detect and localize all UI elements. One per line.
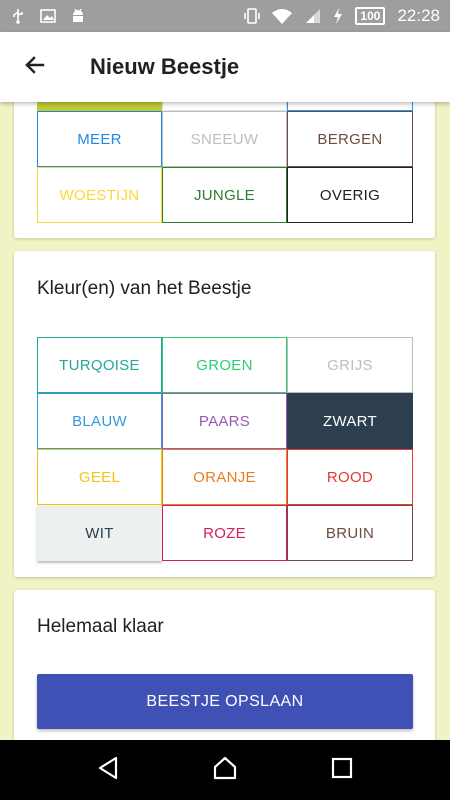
color-option-bruin[interactable]: BRUIN [287,505,413,561]
habitat-option-partial[interactable] [287,102,413,111]
save-beestje-button[interactable]: BEESTJE OPSLAAN [37,674,413,729]
color-option-roze[interactable]: ROZE [162,505,287,561]
color-option-paars[interactable]: PAARS [162,393,287,449]
color-option-wit[interactable]: WIT [37,505,162,561]
arrow-left-icon [23,53,47,82]
nav-back-button[interactable] [88,750,128,790]
color-option-oranje[interactable]: ORANJE [162,449,287,505]
battery-level: 100 [355,7,386,25]
triangle-back-icon [97,756,119,785]
app-bar: Nieuw Beestje [0,32,450,102]
vibrate-icon [243,8,261,24]
charging-icon [333,8,343,24]
habitat-option-partial[interactable] [37,102,162,111]
android-icon [70,8,86,24]
color-option-grijs[interactable]: GRIJS [287,337,413,393]
colors-card-title: Kleur(en) van het Beestje [37,278,252,299]
clock: 22:28 [397,6,440,25]
nav-recents-button[interactable] [322,750,362,790]
square-recents-icon [331,757,353,784]
form-scroll-area[interactable]: MEER SNEEUW BERGEN WOESTIJN JUNGLE OVERIG Kle… [0,102,450,740]
page-title: Nieuw Beestje [90,54,240,79]
color-option-geel[interactable]: GEEL [37,449,162,505]
habitat-option-jungle[interactable]: JUNGLE [162,167,287,223]
signal-icon [305,8,321,24]
habitat-grid: MEER SNEEUW BERGEN WOESTIJN JUNGLE OVERIG [37,111,413,223]
nav-home-button[interactable] [205,750,245,790]
habitat-option-partial[interactable] [162,102,287,111]
habitat-option-overig[interactable]: OVERIG [287,167,413,223]
status-bar: 100 22:28 [0,0,450,32]
image-icon [40,8,56,24]
habitat-option-sneeuw[interactable]: SNEEUW [162,111,287,167]
habitat-option-woestijn[interactable]: WOESTIJN [37,167,162,223]
wifi-icon [271,8,293,24]
color-option-blauw[interactable]: BLAUW [37,393,162,449]
color-grid: TURQOISE GROEN GRIJS BLAUW PAARS ZWART GEEL ORA… [37,337,413,561]
back-button[interactable] [0,32,70,102]
habitat-top-row-partial [37,102,413,111]
color-option-turqoise[interactable]: TURQOISE [37,337,162,393]
color-option-groen[interactable]: GROEN [162,337,287,393]
habitat-option-bergen[interactable]: BERGEN [287,111,413,167]
home-icon [212,756,238,785]
usb-icon [10,8,26,24]
navigation-bar [0,740,450,800]
finish-card-title: Helemaal klaar [37,616,164,637]
finish-card: Helemaal klaar BEESTJE OPSLAAN [14,590,435,740]
color-option-zwart[interactable]: ZWART [287,393,413,449]
habitat-card: MEER SNEEUW BERGEN WOESTIJN JUNGLE OVERIG [14,102,435,238]
habitat-option-meer[interactable]: MEER [37,111,162,167]
colors-card: Kleur(en) van het Beestje TURQOISE GROEN G… [14,251,435,577]
color-option-rood[interactable]: ROOD [287,449,413,505]
